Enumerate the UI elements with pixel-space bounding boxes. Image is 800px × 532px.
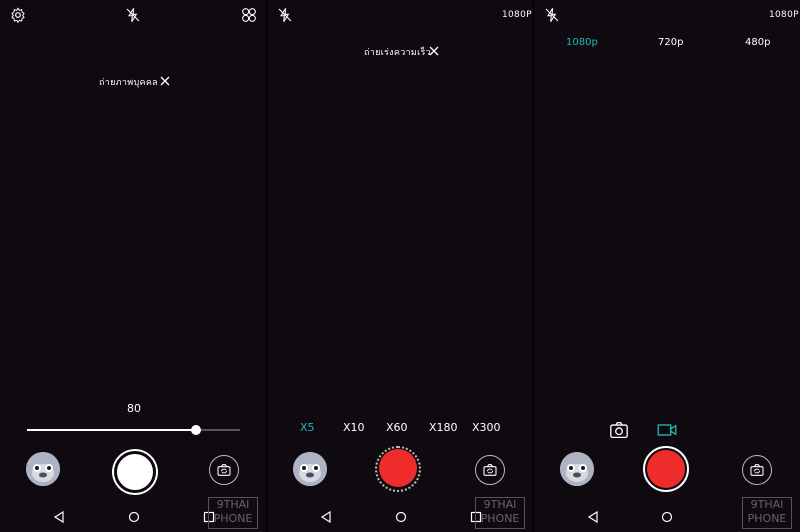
- record-button[interactable]: [379, 449, 417, 487]
- filter-icon[interactable]: [241, 7, 257, 23]
- nav-home-icon[interactable]: [128, 511, 140, 523]
- speed-option[interactable]: X60: [386, 421, 408, 434]
- switch-camera-icon: [483, 464, 497, 476]
- settings-icon[interactable]: [10, 7, 26, 23]
- watermark: 9THAI PHONE: [208, 497, 258, 529]
- speed-option[interactable]: X10: [343, 421, 365, 434]
- switch-camera-button[interactable]: [475, 455, 505, 485]
- slider-fill: [27, 429, 197, 431]
- portrait-camera-panel: ถ่ายภาพบุคคล 80 9THAI PHONE: [0, 0, 266, 532]
- video-icon[interactable]: [657, 422, 677, 438]
- slider-value: 80: [127, 402, 141, 415]
- timelapse-camera-panel: 1080P ถ่ายเร่งความเร็ว X5 X10 X60 X180 X…: [267, 0, 533, 532]
- resolution-option[interactable]: 720p: [658, 37, 683, 48]
- speed-option[interactable]: X180: [429, 421, 458, 434]
- record-button[interactable]: [647, 450, 685, 488]
- video-camera-panel: 1080P 1080p 720p 480p 9THAI PHONE: [534, 0, 800, 532]
- avatar: [560, 452, 594, 486]
- camera-icon[interactable]: [609, 421, 629, 439]
- close-icon[interactable]: [160, 76, 170, 86]
- avatar: [293, 452, 327, 486]
- speed-option[interactable]: X300: [472, 421, 501, 434]
- flash-off-icon[interactable]: [277, 7, 293, 23]
- flash-off-icon[interactable]: [544, 7, 560, 23]
- nav-back-icon[interactable]: [53, 511, 65, 523]
- resolution-option[interactable]: 480p: [745, 37, 770, 48]
- resolution-button[interactable]: 1080P: [769, 10, 799, 20]
- watermark: 9THAI PHONE: [742, 497, 792, 529]
- slider-remaining: [197, 429, 240, 431]
- switch-camera-icon: [750, 464, 764, 476]
- shutter-button[interactable]: [114, 451, 156, 493]
- watermark: 9THAI PHONE: [475, 497, 525, 529]
- switch-camera-button[interactable]: [742, 455, 772, 485]
- flash-off-icon[interactable]: [125, 7, 141, 23]
- mode-banner: ถ่ายภาพบุคคล: [99, 78, 158, 88]
- nav-home-icon[interactable]: [395, 511, 407, 523]
- gallery-thumbnail[interactable]: [560, 452, 594, 486]
- resolution-button[interactable]: 1080P: [502, 10, 532, 20]
- nav-home-icon[interactable]: [661, 511, 673, 523]
- switch-camera-button[interactable]: [209, 455, 239, 485]
- nav-back-icon[interactable]: [320, 511, 332, 523]
- switch-camera-icon: [217, 464, 231, 476]
- nav-back-icon[interactable]: [587, 511, 599, 523]
- mode-banner: ถ่ายเร่งความเร็ว: [364, 48, 432, 58]
- gallery-thumbnail[interactable]: [293, 452, 327, 486]
- avatar: [26, 452, 60, 486]
- speed-option[interactable]: X5: [300, 421, 315, 434]
- close-icon[interactable]: [429, 46, 439, 56]
- resolution-option[interactable]: 1080p: [566, 37, 598, 48]
- gallery-thumbnail[interactable]: [26, 452, 60, 486]
- slider-knob[interactable]: [191, 425, 201, 435]
